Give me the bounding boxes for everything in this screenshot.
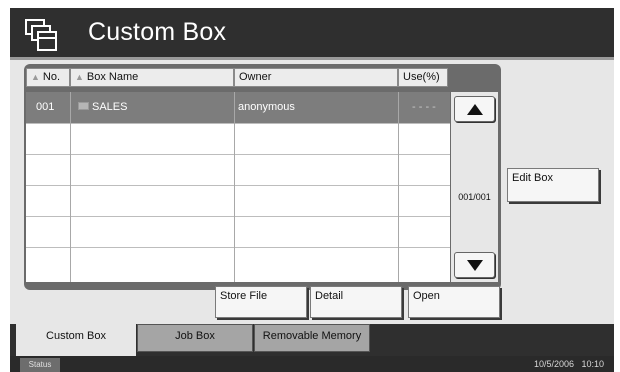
table-row-empty bbox=[26, 154, 450, 185]
tab-removable-memory[interactable]: Removable Memory bbox=[254, 324, 370, 352]
status-datetime: 10/5/2006 10:10 bbox=[533, 359, 604, 369]
column-divider bbox=[398, 92, 399, 282]
row-no: 001 bbox=[36, 101, 55, 113]
row-box-name: SALES bbox=[78, 92, 127, 123]
page-title: Custom Box bbox=[88, 18, 227, 46]
status-bar: Status 10/5/2006 10:10 bbox=[10, 356, 614, 372]
scroll-up-button[interactable] bbox=[454, 96, 495, 122]
tab-bar: Custom Box Job Box Removable Memory bbox=[10, 324, 614, 356]
column-header-use: Use(%) bbox=[398, 68, 448, 87]
panel-frame: Custom Box ▲ No. ▲ Box Name Owner Use(%) 0… bbox=[10, 8, 614, 372]
column-label-owner: Owner bbox=[239, 71, 272, 83]
folder-icon bbox=[78, 102, 89, 111]
row-owner: anonymous bbox=[238, 101, 295, 113]
list-rows: 001 SALES anonymous - - - - bbox=[26, 92, 450, 282]
column-header-box-name[interactable]: ▲ Box Name bbox=[70, 68, 234, 87]
column-label-use: Use(%) bbox=[403, 71, 440, 83]
sort-triangle-icon: ▲ bbox=[31, 72, 40, 82]
table-row-empty bbox=[26, 247, 450, 278]
arrow-down-icon bbox=[466, 259, 483, 271]
tab-job-box[interactable]: Job Box bbox=[137, 324, 253, 352]
table-row-empty bbox=[26, 123, 450, 154]
row-use: - - - - bbox=[412, 101, 436, 113]
detail-button[interactable]: Detail bbox=[310, 286, 402, 318]
open-button[interactable]: Open bbox=[408, 286, 500, 318]
custom-box-icon bbox=[25, 19, 57, 51]
column-label-box-name: Box Name bbox=[86, 71, 139, 83]
store-file-button[interactable]: Store File bbox=[215, 286, 307, 318]
page-indicator: 001/001 bbox=[458, 192, 491, 202]
table-row[interactable]: 001 SALES anonymous - - - - bbox=[26, 92, 450, 123]
box-list: ▲ No. ▲ Box Name Owner Use(%) 001 SALES an… bbox=[24, 64, 501, 290]
edit-box-button[interactable]: Edit Box bbox=[507, 168, 599, 202]
arrow-up-icon bbox=[466, 103, 483, 115]
column-header-no[interactable]: ▲ No. bbox=[26, 68, 70, 87]
sort-triangle-icon: ▲ bbox=[75, 72, 84, 82]
status-button[interactable]: Status bbox=[20, 358, 60, 372]
table-row-empty bbox=[26, 216, 450, 247]
column-divider bbox=[234, 92, 235, 282]
table-row-empty bbox=[26, 185, 450, 216]
scroll-panel: 001/001 bbox=[451, 92, 498, 282]
column-header-owner: Owner bbox=[234, 68, 398, 87]
scroll-down-button[interactable] bbox=[454, 252, 495, 278]
column-divider bbox=[70, 92, 71, 282]
row-box-name-text: SALES bbox=[92, 101, 128, 113]
column-label-no: No. bbox=[42, 71, 61, 83]
header-bar: Custom Box bbox=[10, 8, 614, 60]
tab-custom-box[interactable]: Custom Box bbox=[16, 324, 136, 356]
